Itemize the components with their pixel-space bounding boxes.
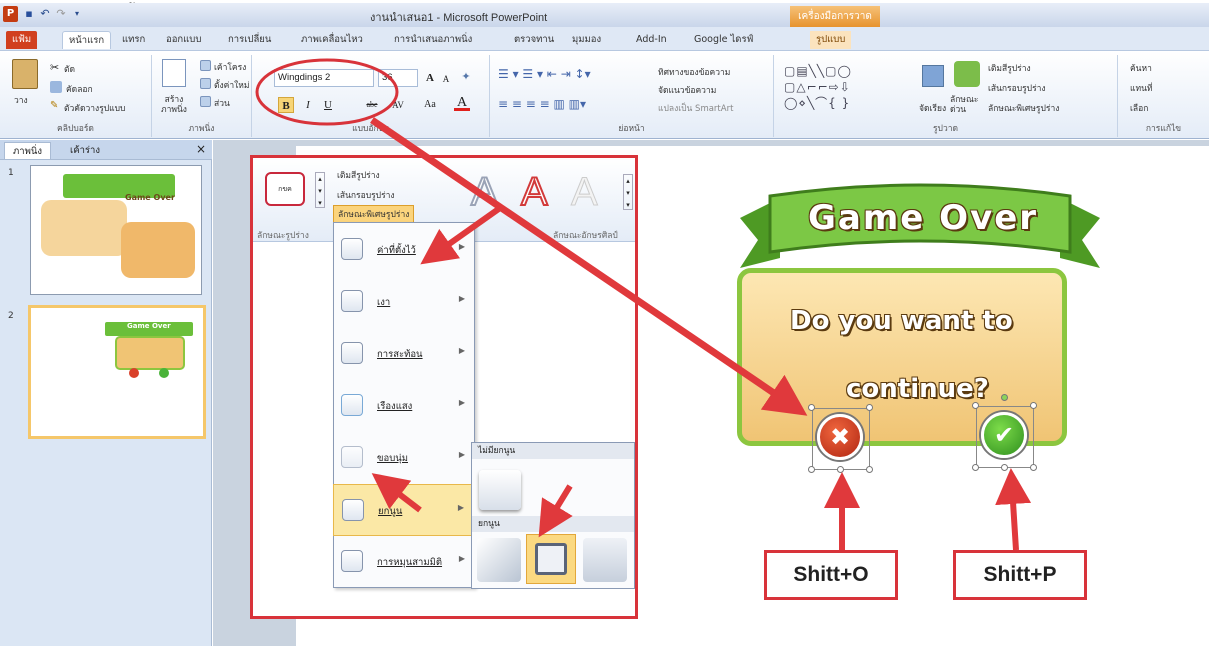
arrow-to-effects-menu: [420, 205, 502, 265]
powerpoint-window: ข P ▪ ↶ ↷ ▾ งานนำเสนอ1 - Microsoft Power…: [0, 0, 1209, 646]
arrow-to-bevel-option: [538, 484, 573, 538]
arrow-to-x-button: [370, 117, 808, 416]
arrow-to-check-shortcut: [995, 468, 1032, 551]
arrow-to-bevel: [371, 473, 422, 513]
arrow-layer: [370, 117, 1032, 551]
